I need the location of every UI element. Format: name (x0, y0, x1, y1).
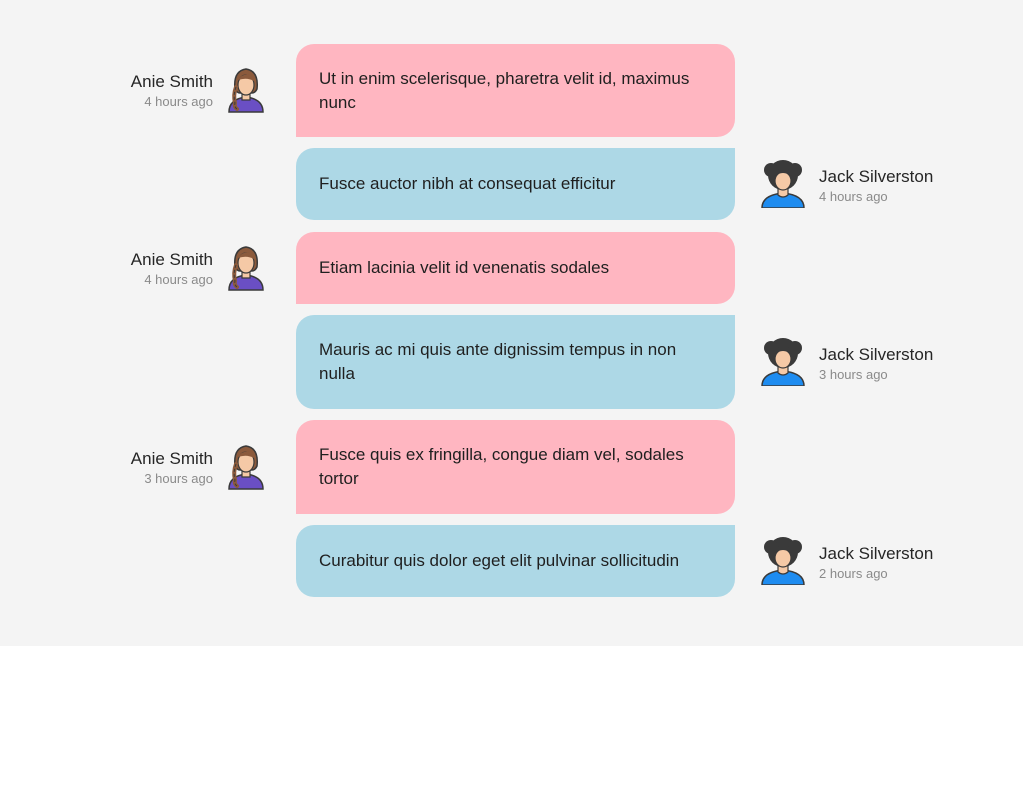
message-bubble[interactable]: Ut in enim scelerisque, pharetra velit i… (296, 44, 735, 137)
message-text: Curabitur quis dolor eget elit pulvinar … (319, 551, 680, 570)
anie-avatar-icon (221, 241, 271, 291)
author-name: Anie Smith (130, 72, 213, 91)
message-text: Fusce auctor nibh at consequat efficitur (319, 174, 616, 193)
chat-panel: Anie Smith 4 hours ago Ut in enim sceler… (0, 0, 1023, 646)
message-author-meta: Anie Smith 3 hours ago (60, 448, 213, 487)
message-time: 4 hours ago (819, 189, 888, 204)
message-time: 4 hours ago (144, 272, 213, 287)
message-author-meta: Jack Silverston 4 hours ago (819, 166, 1009, 205)
message-bubble[interactable]: Etiam lacinia velit id venenatis sodales (296, 232, 735, 304)
author-name: Jack Silverston (819, 345, 934, 364)
author-name: Jack Silverston (819, 544, 934, 563)
message-text: Mauris ac mi quis ante dignissim tempus … (319, 340, 677, 383)
jack-avatar-icon (758, 158, 808, 208)
anie-avatar-icon (221, 440, 271, 490)
message-bubble[interactable]: Curabitur quis dolor eget elit pulvinar … (296, 525, 735, 597)
message-author-meta: Jack Silverston 2 hours ago (819, 543, 1009, 582)
message-bubble[interactable]: Mauris ac mi quis ante dignissim tempus … (296, 315, 735, 409)
message-time: 3 hours ago (819, 367, 888, 382)
message-author-meta: Anie Smith 4 hours ago (60, 71, 213, 110)
message-text: Ut in enim scelerisque, pharetra velit i… (319, 68, 690, 112)
author-name: Anie Smith (130, 250, 213, 269)
jack-avatar-icon (758, 336, 808, 386)
message-time: 3 hours ago (144, 471, 213, 486)
message-bubble[interactable]: Fusce quis ex fringilla, congue diam vel… (296, 420, 735, 514)
author-name: Anie Smith (130, 449, 213, 468)
message-author-meta: Anie Smith 4 hours ago (60, 249, 213, 288)
jack-avatar-icon (758, 535, 808, 585)
message-bubble[interactable]: Fusce auctor nibh at consequat efficitur (296, 148, 735, 220)
author-name: Jack Silverston (819, 167, 934, 186)
message-author-meta: Jack Silverston 3 hours ago (819, 344, 1009, 383)
message-text: Fusce quis ex fringilla, congue diam vel… (319, 445, 684, 488)
message-time: 4 hours ago (144, 94, 213, 109)
anie-avatar-icon (221, 63, 271, 113)
message-time: 2 hours ago (819, 566, 888, 581)
message-text: Etiam lacinia velit id venenatis sodales (319, 258, 610, 277)
